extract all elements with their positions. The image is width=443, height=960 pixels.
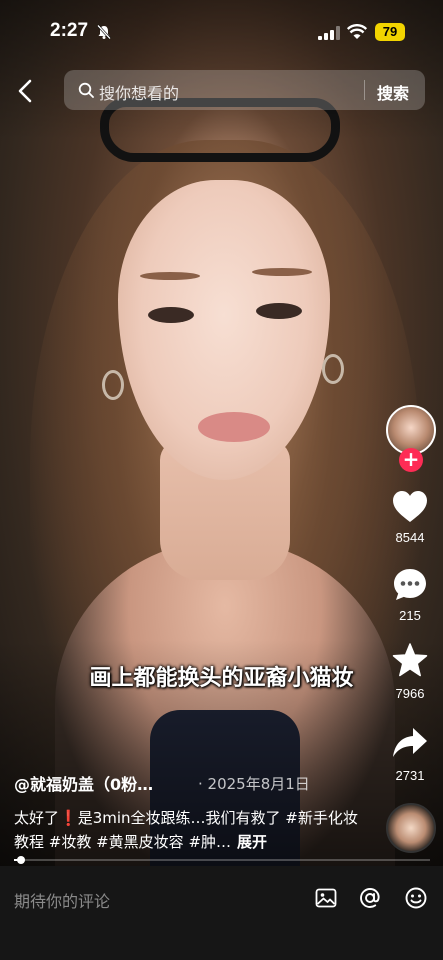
post-description[interactable]: 太好了❗是3min全妆跟练…我们有救了 #新手化妆教程 #妆教 #黄黑皮妆容 #…	[14, 806, 364, 854]
left-eye	[148, 307, 194, 323]
description-text-1: 太好了	[14, 809, 60, 827]
like-count: 8544	[395, 530, 425, 545]
left-brow	[140, 272, 200, 280]
search-input[interactable]: 搜你想看的	[99, 80, 179, 104]
wifi-icon	[347, 24, 367, 39]
share-count: 2731	[395, 768, 425, 783]
author-name[interactable]: @就福奶盖（0粉…	[14, 771, 153, 795]
share-arrow-icon[interactable]	[391, 724, 429, 762]
search-icon	[78, 82, 94, 98]
post-date: · 2025年8月1日	[198, 775, 310, 793]
video-player[interactable]: 画上都能换头的亚裔小猫妆	[0, 0, 443, 866]
search-button[interactable]: 搜索	[377, 80, 409, 104]
plus-icon: +	[402, 447, 420, 471]
comment-count: 215	[399, 608, 421, 623]
image-icon[interactable]	[314, 886, 338, 910]
music-disc[interactable]	[386, 803, 436, 853]
signal-icon	[318, 26, 340, 40]
heart-icon[interactable]	[391, 488, 429, 526]
left-earring	[102, 370, 124, 400]
star-icon[interactable]	[391, 642, 429, 680]
emoji-icon[interactable]	[404, 886, 428, 910]
at-sign-icon[interactable]	[358, 886, 382, 910]
exclamation-icon: ❗	[59, 809, 78, 827]
search-divider	[364, 80, 365, 100]
comment-bar: 期待你的评论	[0, 866, 443, 960]
right-eye	[256, 303, 302, 319]
right-earring	[322, 354, 344, 384]
status-time: 2:27	[50, 20, 89, 41]
expand-button[interactable]: 展开	[237, 833, 267, 851]
search-bar[interactable]: 搜你想看的 搜索	[64, 70, 425, 110]
comment-bubble-icon[interactable]	[391, 566, 429, 604]
right-brow	[252, 268, 312, 276]
lips	[198, 412, 270, 442]
post-date-text: 2025年8月1日	[207, 775, 310, 793]
status-bar: 2:27 79	[0, 0, 443, 60]
follow-button[interactable]: +	[399, 448, 423, 472]
battery-indicator: 79	[375, 23, 405, 41]
video-caption-overlay: 画上都能换头的亚裔小猫妆	[89, 666, 354, 691]
favorite-count: 7966	[395, 686, 425, 701]
video-progress-bar[interactable]	[14, 856, 430, 864]
bell-muted-icon	[97, 24, 111, 40]
comment-input[interactable]: 期待你的评论	[14, 888, 110, 912]
chevron-left-icon[interactable]	[14, 78, 38, 104]
